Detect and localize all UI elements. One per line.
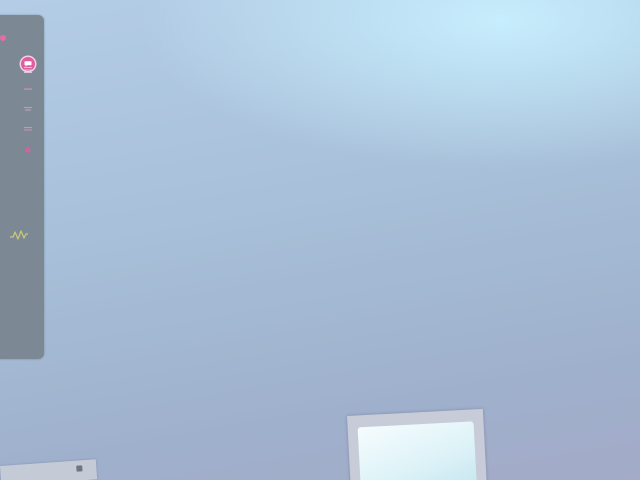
tray-handle-icon bbox=[76, 465, 83, 472]
window-frame bbox=[347, 408, 488, 480]
bookmark-icon[interactable] bbox=[23, 105, 33, 113]
minus-icon[interactable] bbox=[23, 85, 33, 93]
tray bbox=[0, 459, 98, 480]
minus-glyph bbox=[24, 88, 32, 90]
sidebar bbox=[0, 15, 44, 359]
image-glyph bbox=[24, 127, 32, 131]
gear-glyph bbox=[25, 147, 31, 153]
waveform-icon[interactable] bbox=[9, 226, 29, 240]
close-icon[interactable] bbox=[0, 35, 6, 41]
waveform-glyph bbox=[10, 230, 28, 240]
image-icon[interactable] bbox=[23, 125, 33, 133]
list-icon[interactable] bbox=[23, 66, 33, 74]
window-pane bbox=[357, 421, 478, 480]
bookmark-glyph bbox=[24, 107, 32, 111]
gear-icon[interactable] bbox=[23, 146, 33, 154]
list-glyph bbox=[24, 67, 32, 73]
